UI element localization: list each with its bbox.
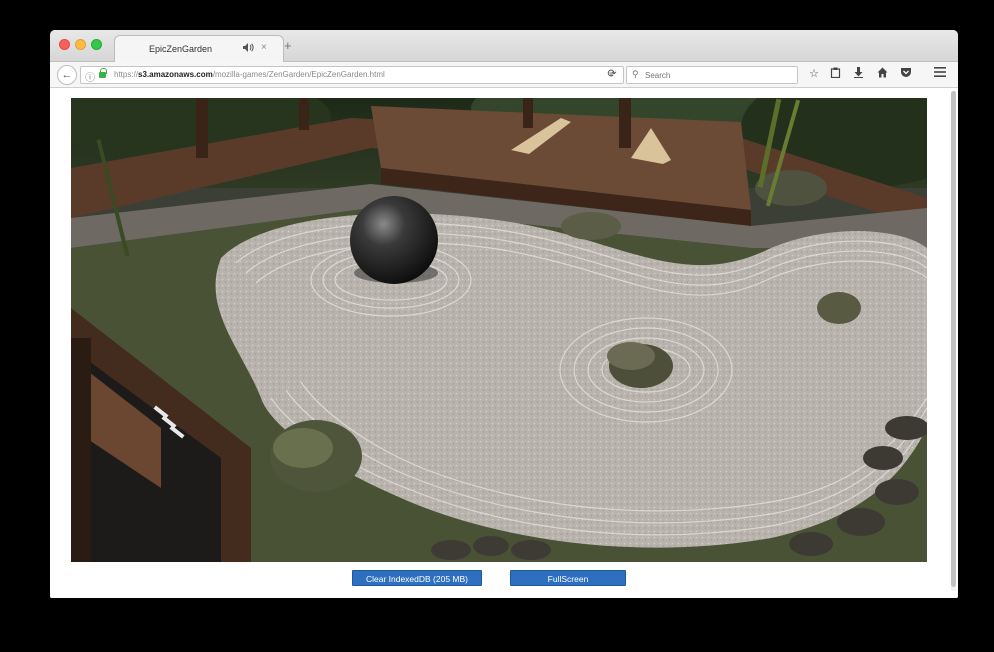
search-icon: ⚲ — [632, 69, 639, 79]
url-text[interactable]: https://s3.amazonaws.com/mozilla-games/Z… — [114, 70, 385, 79]
tab-close-icon[interactable]: × — [261, 42, 267, 53]
menu-icon[interactable] — [932, 67, 948, 80]
tab-epiczengarden[interactable]: EpicZenGarden × — [114, 35, 284, 63]
pocket-icon[interactable] — [898, 67, 914, 81]
back-button[interactable]: ← — [57, 65, 77, 85]
lock-icon[interactable] — [99, 68, 107, 78]
search-box[interactable]: ⚲ — [626, 66, 798, 84]
url-prefix: https:// — [114, 70, 139, 79]
browser-window: EpicZenGarden × + ← ⓘ https://s3.amazona… — [50, 30, 958, 598]
reload-icon[interactable]: ⟳ — [604, 67, 620, 80]
fullscreen-button[interactable]: FullScreen — [510, 570, 626, 586]
game-canvas[interactable] — [71, 98, 927, 562]
url-bar[interactable]: ⓘ https://s3.amazonaws.com/mozilla-games… — [80, 66, 624, 84]
scrollbar-thumb[interactable] — [951, 91, 956, 587]
clear-indexeddb-button[interactable]: Clear IndexedDB (205 MB) — [352, 570, 482, 586]
info-icon[interactable]: ⓘ — [85, 69, 95, 84]
speaker-icon[interactable] — [243, 43, 254, 54]
minimize-window-button[interactable] — [75, 39, 86, 50]
clipboard-icon[interactable] — [827, 67, 843, 81]
new-tab-button[interactable]: + — [284, 38, 292, 53]
tab-title: EpicZenGarden — [149, 44, 213, 54]
page-content: Clear IndexedDB (205 MB) FullScreen — [50, 89, 958, 598]
download-icon[interactable] — [850, 67, 866, 81]
close-window-button[interactable] — [59, 39, 70, 50]
url-host: s3.amazonaws.com — [138, 70, 213, 79]
url-path: /mozilla-games/ZenGarden/EpicZenGarden.h… — [212, 70, 385, 79]
navigation-toolbar: ← ⓘ https://s3.amazonaws.com/mozilla-gam… — [50, 62, 958, 88]
star-icon[interactable]: ☆ — [806, 67, 822, 80]
search-input[interactable] — [645, 69, 793, 82]
zen-garden-scene — [71, 98, 927, 562]
zoom-window-button[interactable] — [91, 39, 102, 50]
back-arrow-icon: ← — [61, 69, 73, 81]
home-icon[interactable] — [874, 67, 890, 81]
tab-bar: EpicZenGarden × + — [50, 30, 958, 63]
